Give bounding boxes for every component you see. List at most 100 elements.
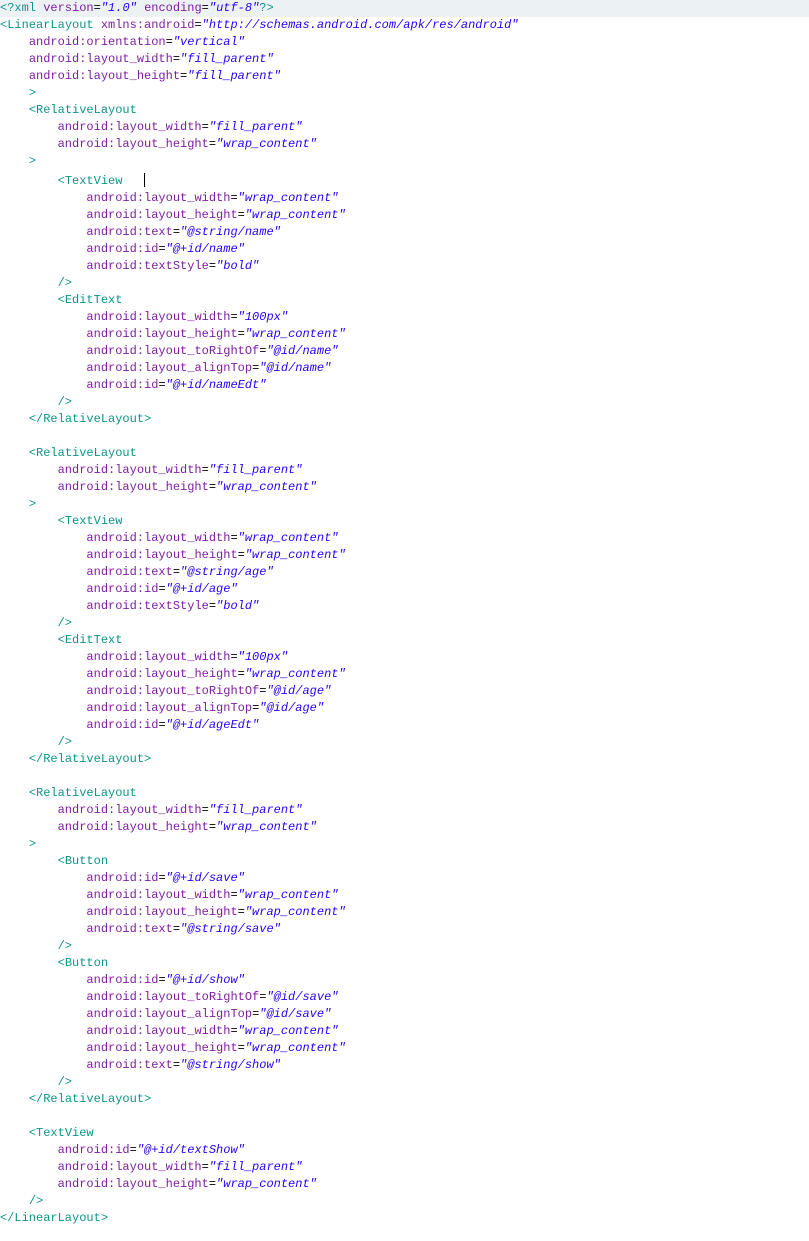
attr-bt1-width: android:layout_width xyxy=(86,888,230,902)
attr-ll-width: android:layout_width xyxy=(29,52,173,66)
val-bt2-aligntop: "@id/save" xyxy=(259,1007,331,1021)
attr-et2-height: android:layout_height xyxy=(86,667,237,681)
attr-tv3-height: android:layout_height xyxy=(58,1177,209,1191)
val-tv1-id: "@+id/name" xyxy=(166,242,245,256)
attr-tv1-textstyle: android:textStyle xyxy=(86,259,208,273)
attr-et1-rightof: android:layout_toRightOf xyxy=(86,344,259,358)
val-tv2-width: "wrap_content" xyxy=(238,531,339,545)
val-et2-aligntop: "@id/age" xyxy=(259,701,324,715)
val-bt1-height: "wrap_content" xyxy=(245,905,346,919)
tag-selfclose: /> xyxy=(58,1075,72,1089)
val-ll-height: "fill_parent" xyxy=(187,69,281,83)
val-et2-rightof: "@id/age" xyxy=(266,684,331,698)
val-et2-id: "@+id/ageEdt" xyxy=(166,718,260,732)
rl2-close: </RelativeLayout> xyxy=(29,752,151,766)
attr-bt2-aligntop: android:layout_alignTop xyxy=(86,1007,252,1021)
val-bt1-id: "@+id/save" xyxy=(166,871,245,885)
val-xmlns: "http://schemas.android.com/apk/res/andr… xyxy=(202,18,519,32)
attr-et2-aligntop: android:layout_alignTop xyxy=(86,701,252,715)
tag-selfclose: /> xyxy=(29,1194,43,1208)
attr-tv2-id: android:id xyxy=(86,582,158,596)
linearlayout-close: </LinearLayout> xyxy=(0,1211,108,1225)
val-et1-rightof: "@id/name" xyxy=(266,344,338,358)
pi-open: <? xyxy=(0,1,14,15)
tag-selfclose: /> xyxy=(58,395,72,409)
val-tv3-width: "fill_parent" xyxy=(209,1160,303,1174)
attr-bt2-text: android:text xyxy=(86,1058,172,1072)
tag-selfclose: /> xyxy=(58,735,72,749)
val-tv1-text: "@string/name" xyxy=(180,225,281,239)
rl3-open: <RelativeLayout xyxy=(29,786,137,800)
val-et1-id: "@+id/nameEdt" xyxy=(166,378,267,392)
val-tv1-width: "wrap_content" xyxy=(238,191,339,205)
bt1-open: <Button xyxy=(58,854,108,868)
val-tv3-height: "wrap_content" xyxy=(216,1177,317,1191)
attr-bt2-id: android:id xyxy=(86,973,158,987)
attr-bt1-height: android:layout_height xyxy=(86,905,237,919)
attr-et1-id: android:id xyxy=(86,378,158,392)
rl1-open: <RelativeLayout xyxy=(29,103,137,117)
attr-bt2-rightof: android:layout_toRightOf xyxy=(86,990,259,1004)
tag-selfclose: /> xyxy=(58,276,72,290)
attr-orientation: android:orientation xyxy=(29,35,166,49)
text-cursor-icon xyxy=(144,173,146,187)
attr-bt1-text: android:text xyxy=(86,922,172,936)
val-et2-width: "100px" xyxy=(238,650,288,664)
tag-bracket: > xyxy=(29,837,36,851)
val-orientation: "vertical" xyxy=(173,35,245,49)
attr-et1-width: android:layout_width xyxy=(86,310,230,324)
linearlayout-open: <LinearLayout xyxy=(0,18,94,32)
val-et2-height: "wrap_content" xyxy=(245,667,346,681)
val-et1-aligntop: "@id/name" xyxy=(259,361,331,375)
val-rl1-height: "wrap_content" xyxy=(216,137,317,151)
attr-tv3-width: android:layout_width xyxy=(58,1160,202,1174)
tag-selfclose: /> xyxy=(58,616,72,630)
tag-bracket: > xyxy=(29,497,36,511)
rl3-close: </RelativeLayout> xyxy=(29,1092,151,1106)
attr-rl2-width: android:layout_width xyxy=(58,463,202,477)
attr-tv1-width: android:layout_width xyxy=(86,191,230,205)
tag-bracket: > xyxy=(29,86,36,100)
bt2-open: <Button xyxy=(58,956,108,970)
attr-bt2-height: android:layout_height xyxy=(86,1041,237,1055)
val-bt2-id: "@+id/show" xyxy=(166,973,245,987)
val-rl1-width: "fill_parent" xyxy=(209,120,303,134)
val-rl2-height: "wrap_content" xyxy=(216,480,317,494)
attr-et1-height: android:layout_height xyxy=(86,327,237,341)
val-ll-width: "fill_parent" xyxy=(180,52,274,66)
attr-version: version xyxy=(43,1,93,15)
val-bt1-width: "wrap_content" xyxy=(238,888,339,902)
attr-rl2-height: android:layout_height xyxy=(58,480,209,494)
rl2-open: <RelativeLayout xyxy=(29,446,137,460)
rl1-close: </RelativeLayout> xyxy=(29,412,151,426)
tv3-open: <TextView xyxy=(29,1126,94,1140)
val-tv1-height: "wrap_content" xyxy=(245,208,346,222)
attr-tv2-height: android:layout_height xyxy=(86,548,237,562)
attr-bt1-id: android:id xyxy=(86,871,158,885)
val-tv2-id: "@+id/age" xyxy=(166,582,238,596)
val-et1-width: "100px" xyxy=(238,310,288,324)
val-rl3-width: "fill_parent" xyxy=(209,803,303,817)
val-tv2-height: "wrap_content" xyxy=(245,548,346,562)
attr-tv1-id: android:id xyxy=(86,242,158,256)
attr-tv2-text: android:text xyxy=(86,565,172,579)
et2-open: <EditText xyxy=(58,633,123,647)
val-bt2-height: "wrap_content" xyxy=(245,1041,346,1055)
attr-rl1-height: android:layout_height xyxy=(58,137,209,151)
val-bt2-rightof: "@id/save" xyxy=(266,990,338,1004)
attr-et1-aligntop: android:layout_alignTop xyxy=(86,361,252,375)
et1-open: <EditText xyxy=(58,293,123,307)
attr-et2-rightof: android:layout_toRightOf xyxy=(86,684,259,698)
attr-encoding: encoding xyxy=(144,1,202,15)
val-encoding: "utf-8" xyxy=(209,1,259,15)
val-tv3-id: "@+id/textShow" xyxy=(137,1143,245,1157)
attr-et2-width: android:layout_width xyxy=(86,650,230,664)
val-et1-height: "wrap_content" xyxy=(245,327,346,341)
tv2-open: <TextView xyxy=(58,514,123,528)
tag-bracket: > xyxy=(29,154,36,168)
attr-tv2-width: android:layout_width xyxy=(86,531,230,545)
pi-close: ?> xyxy=(259,1,273,15)
xml-code-block: <?xml version="1.0" encoding="utf-8"?><L… xyxy=(0,0,809,1227)
attr-rl3-height: android:layout_height xyxy=(58,820,209,834)
attr-tv3-id: android:id xyxy=(58,1143,130,1157)
